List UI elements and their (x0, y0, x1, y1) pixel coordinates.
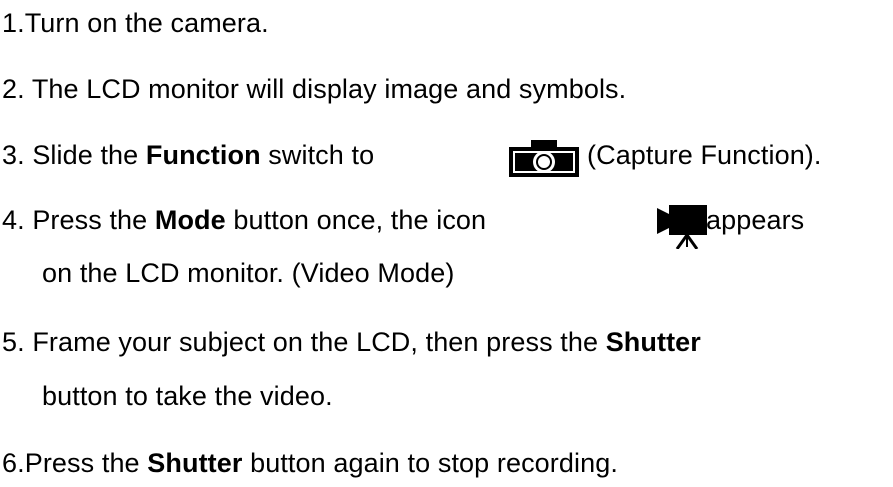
step-2: 2. The LCD monitor will display image an… (2, 72, 626, 106)
step-3-after-icon: (Capture Function). (587, 138, 822, 172)
step-4: 4. Press the Mode button once, the icon (2, 203, 486, 237)
camera-icon (509, 140, 579, 177)
step-text: Turn on the camera. (24, 8, 269, 38)
step-number: 3. (2, 140, 25, 170)
step-1: 1.Turn on the camera. (2, 6, 269, 40)
shutter-button-label: Shutter (147, 448, 243, 478)
step-4-after-icon: appears (706, 203, 804, 237)
step-number: 4. (2, 205, 25, 235)
step-6: 6.Press the Shutter button again to stop… (2, 446, 618, 480)
function-switch-label: Function (145, 140, 261, 170)
mode-button-label: Mode (154, 205, 226, 235)
step-text-pre: Frame your subject on the LCD, then pres… (24, 327, 606, 357)
movie-camera-icon (657, 203, 707, 250)
step-text-continuation: on the LCD monitor. (Video Mode) (42, 258, 455, 288)
step-text-post: button once, the icon (225, 205, 487, 235)
step-text-pre: Press the (24, 448, 148, 478)
step-text-after-icon: appears (706, 205, 805, 235)
step-5-continuation: button to take the video. (42, 379, 333, 413)
step-4-continuation: on the LCD monitor. (Video Mode) (42, 256, 454, 290)
step-text-post: switch to (260, 140, 375, 170)
step-text-after-icon: (Capture Function). (587, 140, 822, 170)
step-number: 5. (2, 327, 25, 357)
step-text-pre: Slide the (24, 140, 146, 170)
step-3: 3. Slide the Function switch to (2, 138, 374, 172)
step-number: 6. (2, 448, 25, 478)
step-text-pre: Press the (24, 205, 155, 235)
step-number: 1. (2, 8, 25, 38)
shutter-button-label: Shutter (605, 327, 701, 357)
instruction-document: 1.Turn on the camera. 2. The LCD monitor… (0, 0, 893, 487)
step-text-continuation: button to take the video. (42, 381, 333, 411)
step-text: The LCD monitor will display image and s… (24, 74, 627, 104)
step-number: 2. (2, 74, 25, 104)
step-5: 5. Frame your subject on the LCD, then p… (2, 325, 701, 359)
step-text-post: button again to stop recording. (242, 448, 618, 478)
